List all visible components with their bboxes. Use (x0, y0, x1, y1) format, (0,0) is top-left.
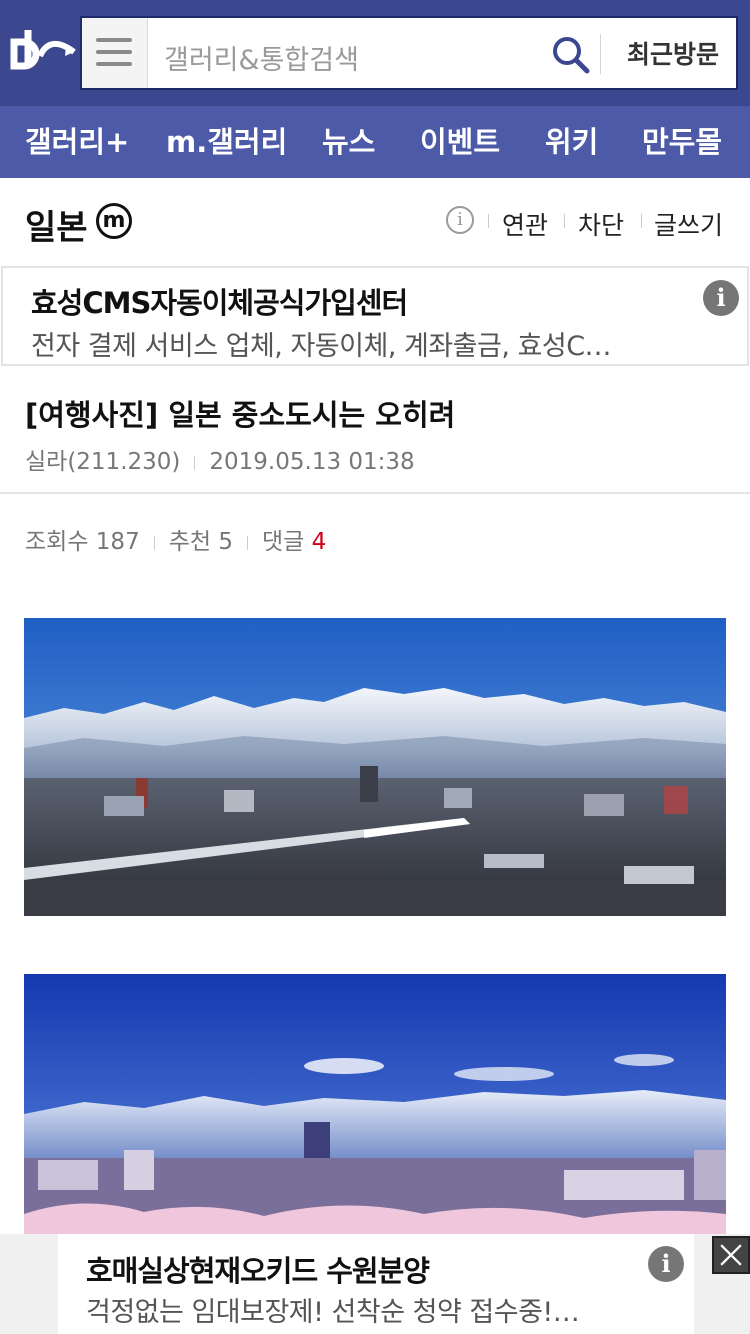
search-icon[interactable] (550, 34, 590, 74)
post-title: [여행사진] 일본 중소도시는 오히려 (25, 398, 456, 432)
ad-card[interactable]: 호매실상현재오키드 수원분양 걱정없는 임대보장제! 선착순 청약 접수중!… … (58, 1234, 694, 1334)
divider (0, 492, 750, 494)
minor-gallery-badge: m (96, 203, 132, 239)
post-datetime: 2019.05.13 01:38 (209, 449, 415, 475)
main-nav: 갤러리+ m.갤러리 뉴스 이벤트 위키 만두몰 (0, 106, 750, 178)
related-link[interactable]: 연관 (502, 206, 548, 242)
post-author[interactable]: 실라(211.230) (25, 449, 180, 475)
views-count: 187 (95, 529, 140, 555)
post-stats: 조회수 187 추천 5 댓글 4 (25, 522, 326, 556)
block-link[interactable]: 차단 (578, 206, 624, 242)
ad-description[interactable]: 전자 결제 서비스 업체, 자동이체, 계좌출금, 효성C… (31, 324, 612, 363)
recommend-count: 5 (218, 529, 233, 555)
nav-item-mandu-mall[interactable]: 만두몰 (642, 106, 722, 178)
nav-item-m-gallery[interactable]: m.갤러리 (166, 106, 287, 178)
search-divider (600, 34, 601, 74)
nav-item-gallery-plus[interactable]: 갤러리+ (25, 106, 129, 178)
hamburger-menu-icon[interactable] (82, 18, 148, 88)
ad-title[interactable]: 효성CMS자동이체공식가입센터 (31, 280, 408, 322)
gallery-title[interactable]: 일본 (25, 200, 88, 249)
nav-item-news[interactable]: 뉴스 (322, 106, 375, 178)
ad-banner-bottom: 호매실상현재오키드 수원분양 걱정없는 임대보장제! 선착순 청약 접수중!… … (0, 1234, 750, 1334)
ad-description[interactable]: 걱정없는 임대보장제! 선착순 청약 접수중!… (86, 1290, 580, 1329)
recent-visit-button[interactable]: 최근방문 (610, 18, 736, 88)
write-link[interactable]: 글쓰기 (654, 206, 723, 242)
nav-item-event[interactable]: 이벤트 (420, 106, 500, 178)
ad-info-icon[interactable]: i (703, 280, 739, 316)
separator (488, 214, 489, 228)
post-image[interactable] (24, 974, 726, 1234)
separator (641, 214, 642, 228)
ad-title[interactable]: 호매실상현재오키드 수원분양 (86, 1248, 430, 1290)
gallery-info-icon[interactable]: i (446, 206, 474, 234)
search-box: 갤러리&통합검색 최근방문 (80, 16, 738, 90)
post-meta: 실라(211.230) 2019.05.13 01:38 (25, 442, 415, 476)
ad-info-icon[interactable]: i (648, 1246, 684, 1282)
nav-item-wiki[interactable]: 위키 (545, 106, 598, 178)
comments-label[interactable]: 댓글 (262, 529, 304, 555)
post-image[interactable] (24, 618, 726, 916)
gallery-title-bar: 일본 m i 연관 차단 글쓰기 (0, 178, 750, 264)
comments-count[interactable]: 4 (312, 529, 327, 555)
views-label: 조회수 (25, 529, 89, 555)
separator (194, 455, 196, 470)
recommend-label: 추천 (168, 529, 212, 555)
separator (153, 535, 155, 550)
ad-banner-top[interactable]: 효성CMS자동이체공식가입센터 전자 결제 서비스 업체, 자동이체, 계좌출금… (1, 266, 749, 366)
close-icon[interactable] (712, 1236, 750, 1274)
separator (564, 214, 565, 228)
search-input[interactable]: 갤러리&통합검색 (164, 38, 359, 77)
dc-logo-icon[interactable] (10, 26, 76, 78)
top-header: 갤러리&통합검색 최근방문 (0, 0, 750, 106)
separator (246, 535, 248, 550)
